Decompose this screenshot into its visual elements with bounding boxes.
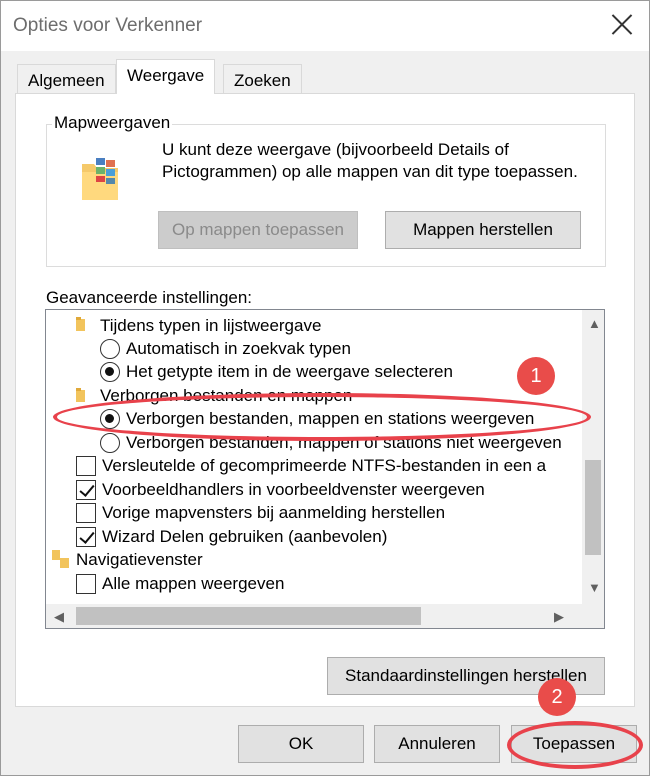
tab-search[interactable]: Zoeken (223, 64, 302, 94)
window-title: Opties voor Verkenner (13, 15, 203, 36)
reset-folders-button[interactable]: Mappen herstellen (385, 211, 581, 249)
list-item[interactable]: Versleutelde of gecomprimeerde NTFS-best… (102, 456, 546, 476)
vertical-scrollbar[interactable]: ▲ ▼ (582, 310, 604, 606)
folder-options-dialog: Opties voor Verkenner Algemeen Weergave … (0, 0, 650, 776)
checkbox-show-all-folders[interactable] (76, 574, 96, 594)
list-item: Tijdens typen in lijstweergave (100, 316, 322, 335)
tab-general[interactable]: Algemeen (17, 64, 116, 94)
scroll-left-icon[interactable]: ◀ (54, 609, 64, 625)
list-item: Verborgen bestanden en mappen (100, 386, 353, 405)
title-bar: Opties voor Verkenner (1, 1, 649, 51)
scroll-right-icon[interactable]: ▶ (554, 609, 564, 625)
checkbox-sharing-wizard[interactable] (76, 527, 96, 547)
apply-button[interactable]: Toepassen (511, 725, 637, 763)
checkbox-preview-handlers[interactable] (76, 480, 96, 500)
ok-button[interactable]: OK (238, 725, 364, 763)
horizontal-scroll-thumb[interactable] (76, 607, 421, 625)
annotation-badge-2: 2 (538, 678, 576, 716)
cancel-button[interactable]: Annuleren (374, 725, 500, 763)
tab-view[interactable]: Weergave (116, 59, 216, 94)
radio-show-hidden-files[interactable] (100, 409, 120, 429)
folder-icon (76, 317, 85, 331)
list-item[interactable]: Wizard Delen gebruiken (aanbevolen) (102, 527, 387, 547)
checkbox-ntfs-color[interactable] (76, 456, 96, 476)
annotation-badge-1: 1 (517, 357, 555, 395)
radio-select-typed-item[interactable] (100, 362, 120, 382)
folder-views-label: Mapweergaven (52, 113, 173, 133)
folder-icon (76, 388, 85, 402)
close-icon[interactable] (609, 11, 635, 37)
advanced-settings-list[interactable]: Tijdens typen in lijstweergave Automatis… (45, 309, 605, 629)
navigation-pane-icon (52, 550, 69, 568)
list-item[interactable]: Alle mappen weergeven (102, 574, 284, 594)
folder-views-icon (82, 158, 118, 200)
horizontal-scrollbar[interactable]: ◀ ▶ (46, 604, 604, 628)
checkbox-restore-windows[interactable] (76, 503, 96, 523)
advanced-settings-label: Geavanceerde instellingen: (46, 288, 253, 307)
list-item[interactable]: Automatisch in zoekvak typen (126, 339, 351, 359)
folder-views-description: U kunt deze weergave (bijvoorbeeld Detai… (162, 140, 578, 181)
radio-hide-hidden-files[interactable] (100, 433, 120, 453)
scroll-down-icon[interactable]: ▼ (588, 580, 601, 595)
list-item[interactable]: Het getypte item in de weergave selecter… (126, 362, 453, 382)
list-item[interactable]: Voorbeeldhandlers in voorbeeldvenster we… (102, 480, 485, 500)
radio-auto-search[interactable] (100, 339, 120, 359)
list-item: Navigatievenster (76, 550, 203, 569)
scroll-up-icon[interactable]: ▲ (588, 316, 601, 331)
list-item[interactable]: Verborgen bestanden, mappen of stations … (126, 433, 562, 453)
vertical-scroll-thumb[interactable] (585, 460, 601, 555)
list-item[interactable]: Vorige mapvensters bij aanmelding herste… (102, 503, 445, 523)
list-item[interactable]: Verborgen bestanden, mappen en stations … (126, 409, 534, 429)
apply-to-folders-button[interactable]: Op mappen toepassen (158, 211, 358, 249)
